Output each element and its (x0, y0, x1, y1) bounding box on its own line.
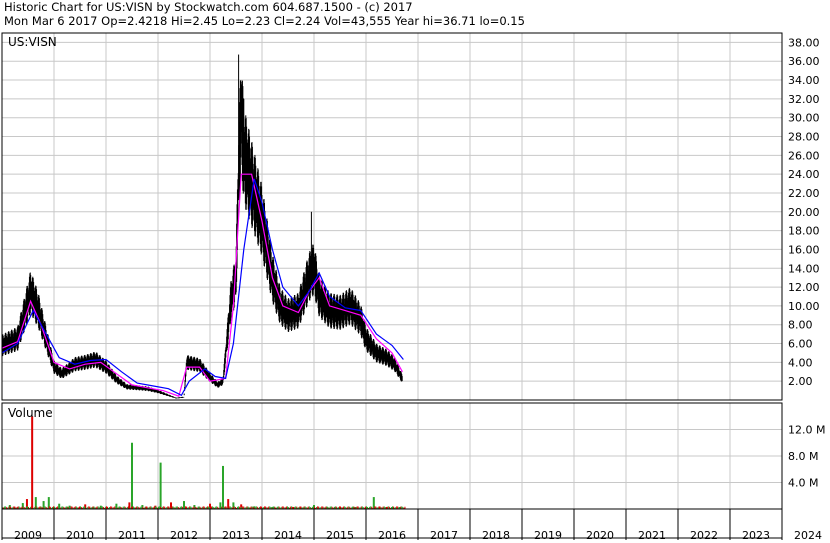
volume-bar (159, 462, 162, 509)
volume-bar (131, 442, 133, 509)
x-tick-label: 2015 (326, 529, 354, 542)
y-tick-label: 30.00 (788, 112, 820, 125)
grid (1, 33, 783, 540)
volume-label: Volume (8, 406, 53, 420)
y-tick-label: 10.00 (788, 300, 820, 313)
y-tick-label: 8.00 (788, 319, 813, 332)
moving-average-short (1, 173, 403, 397)
y-tick-label: 34.00 (788, 74, 820, 87)
y-tick-label: 4.00 (788, 356, 813, 369)
volume-bar (222, 465, 224, 509)
x-tick-label: 2016 (378, 529, 406, 542)
y-tick-label: 32.00 (788, 93, 820, 106)
x-tick-label: 2013 (222, 529, 250, 542)
x-tick-label: 2019 (534, 529, 562, 542)
x-tick-label: 2017 (430, 529, 458, 542)
x-tick-label: 2009 (14, 529, 42, 542)
x-tick-label: 2023 (742, 529, 770, 542)
x-tick-label: 2020 (586, 529, 614, 542)
y-tick-label: 12.00 (788, 281, 820, 294)
x-tick-label: 2011 (118, 529, 146, 542)
y-tick-label: 24.00 (788, 168, 820, 181)
y-tick-label: 20.00 (788, 206, 820, 219)
x-tick-label: 2012 (170, 529, 198, 542)
stock-chart: 2009 2010 2011 2012 2013 2014 2015 2016 2017 2018… (1, 32, 825, 542)
x-tick-label: 2024 (794, 529, 822, 542)
vol-tick-label: 4.0 M (788, 477, 818, 490)
y-tick-label: 22.00 (788, 187, 820, 200)
axis-labels: 2009 2010 2011 2012 2013 2014 2015 2016 2017 2018… (14, 36, 825, 542)
x-tick-label: 2021 (638, 529, 666, 542)
y-tick-label: 28.00 (788, 131, 820, 144)
symbol-label: US:VISN (8, 35, 57, 49)
y-tick-label: 38.00 (788, 36, 820, 49)
volume-bar (31, 416, 34, 509)
x-tick-label: 2022 (690, 529, 718, 542)
vol-tick-label: 8.0 M (788, 450, 818, 463)
chart-frame (1, 32, 783, 539)
y-tick-label: 36.00 (788, 55, 820, 68)
y-tick-label: 2.00 (788, 375, 813, 388)
vol-tick-label: 12.0 M (788, 424, 825, 437)
volume-bars (2, 416, 406, 509)
y-tick-label: 6.00 (788, 338, 813, 351)
y-tick-label: 18.00 (788, 225, 820, 238)
y-tick-label: 16.00 (788, 243, 820, 256)
x-tick-label: 2018 (482, 529, 510, 542)
price-series (1, 54, 404, 399)
y-tick-label: 14.00 (788, 262, 820, 275)
x-tick-label: 2010 (66, 529, 94, 542)
x-tick-label: 2014 (274, 529, 302, 542)
y-tick-label: 26.00 (788, 149, 820, 162)
